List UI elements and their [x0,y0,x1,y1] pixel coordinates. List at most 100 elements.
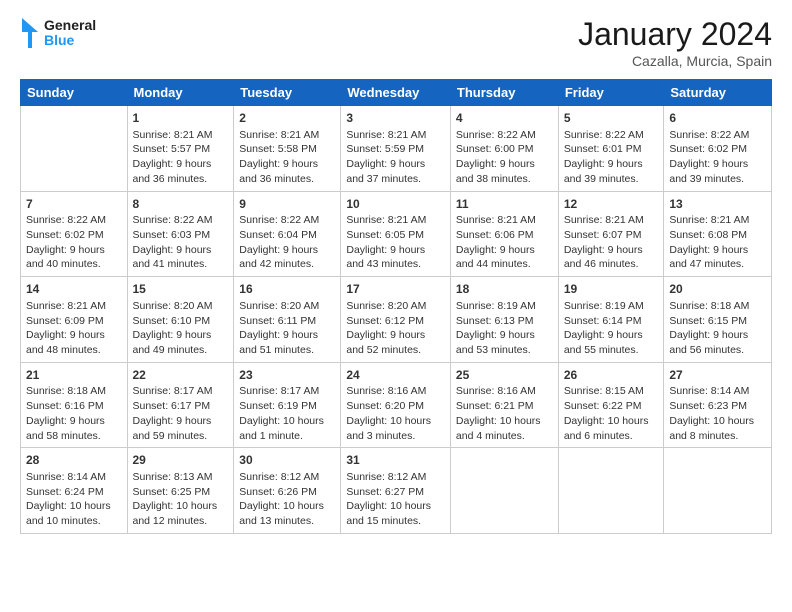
daylight-text: Daylight: 9 hours and 46 minutes. [564,244,643,271]
sunset-text: Sunset: 6:14 PM [564,315,642,327]
daylight-text: Daylight: 9 hours and 37 minutes. [346,158,425,185]
day-number: 15 [133,281,229,298]
daylight-text: Daylight: 9 hours and 43 minutes. [346,244,425,271]
day-number: 20 [669,281,766,298]
sunset-text: Sunset: 6:04 PM [239,229,317,241]
sunset-text: Sunset: 6:10 PM [133,315,211,327]
week-row-2: 7Sunrise: 8:22 AMSunset: 6:02 PMDaylight… [21,191,772,277]
calendar-cell: 6Sunrise: 8:22 AMSunset: 6:02 PMDaylight… [664,106,772,192]
day-number: 30 [239,452,335,469]
daylight-text: Daylight: 9 hours and 41 minutes. [133,244,212,271]
week-row-1: 1Sunrise: 8:21 AMSunset: 5:57 PMDaylight… [21,106,772,192]
day-number: 5 [564,110,659,127]
sunset-text: Sunset: 6:09 PM [26,315,104,327]
day-number: 14 [26,281,122,298]
calendar-cell: 30Sunrise: 8:12 AMSunset: 6:26 PMDayligh… [234,448,341,534]
daylight-text: Daylight: 9 hours and 42 minutes. [239,244,318,271]
calendar-table: SundayMondayTuesdayWednesdayThursdayFrid… [20,79,772,534]
sunrise-text: Sunrise: 8:21 AM [346,129,426,141]
day-number: 16 [239,281,335,298]
sunset-text: Sunset: 6:25 PM [133,486,211,498]
sunrise-text: Sunrise: 8:20 AM [346,300,426,312]
calendar-cell: 16Sunrise: 8:20 AMSunset: 6:11 PMDayligh… [234,277,341,363]
daylight-text: Daylight: 9 hours and 51 minutes. [239,329,318,356]
sunrise-text: Sunrise: 8:21 AM [564,214,644,226]
calendar-cell: 28Sunrise: 8:14 AMSunset: 6:24 PMDayligh… [21,448,128,534]
sunset-text: Sunset: 6:02 PM [26,229,104,241]
day-number: 17 [346,281,445,298]
sunrise-text: Sunrise: 8:22 AM [133,214,213,226]
daylight-text: Daylight: 10 hours and 10 minutes. [26,500,111,527]
day-number: 1 [133,110,229,127]
sunrise-text: Sunrise: 8:13 AM [133,471,213,483]
weekday-header-row: SundayMondayTuesdayWednesdayThursdayFrid… [21,80,772,106]
calendar-cell: 17 Sunrise: 8:20 AM Sunset: 6:12 PM Dayligh… [341,277,451,363]
month-year: January 2024 [578,16,772,53]
sunset-text: Sunset: 6:02 PM [669,143,747,155]
calendar-cell: 31Sunrise: 8:12 AMSunset: 6:27 PMDayligh… [341,448,451,534]
day-number: 13 [669,196,766,213]
sunset-text: Sunset: 6:00 PM [456,143,534,155]
daylight-text: Daylight: 10 hours and 13 minutes. [239,500,324,527]
calendar-cell: 18Sunrise: 8:19 AMSunset: 6:13 PMDayligh… [450,277,558,363]
calendar-cell: 7Sunrise: 8:22 AMSunset: 6:02 PMDaylight… [21,191,128,277]
calendar-cell: 5Sunrise: 8:22 AMSunset: 6:01 PMDaylight… [558,106,664,192]
sunset-text: Sunset: 6:22 PM [564,400,642,412]
logo-text: General Blue [44,18,96,49]
day-number: 25 [456,367,553,384]
daylight-text: Daylight: 9 hours and 52 minutes. [346,329,425,356]
calendar-cell: 29 Sunrise: 8:13 AM Sunset: 6:25 PM Dayligh… [127,448,234,534]
daylight-text: Daylight: 9 hours and 47 minutes. [669,244,748,271]
logo: General Blue [20,16,96,50]
sunset-text: Sunset: 6:24 PM [26,486,104,498]
daylight-text: Daylight: 9 hours and 49 minutes. [133,329,212,356]
sunset-text: Sunset: 6:12 PM [346,315,424,327]
title-block: January 2024 Cazalla, Murcia, Spain [578,16,772,69]
weekday-header-saturday: Saturday [664,80,772,106]
page: General Blue January 2024 Cazalla, Murci… [0,0,792,544]
calendar-cell: 9Sunrise: 8:22 AMSunset: 6:04 PMDaylight… [234,191,341,277]
sunrise-text: Sunrise: 8:22 AM [669,129,749,141]
daylight-text: Daylight: 10 hours and 15 minutes. [346,500,431,527]
calendar-cell [558,448,664,534]
day-number: 24 [346,367,445,384]
sunrise-text: Sunrise: 8:17 AM [133,385,213,397]
calendar-cell: 3Sunrise: 8:21 AMSunset: 5:59 PMDaylight… [341,106,451,192]
week-row-5: 28Sunrise: 8:14 AMSunset: 6:24 PMDayligh… [21,448,772,534]
daylight-text: Daylight: 10 hours and 4 minutes. [456,415,541,442]
day-number: 29 [133,452,229,469]
sunset-text: Sunset: 6:21 PM [456,400,534,412]
daylight-text: Daylight: 10 hours and 1 minute. [239,415,324,442]
calendar-cell: 22Sunrise: 8:17 AMSunset: 6:17 PMDayligh… [127,362,234,448]
sunrise-text: Sunrise: 8:22 AM [564,129,644,141]
sunrise-text: Sunrise: 8:21 AM [669,214,749,226]
sunrise-text: Sunrise: 8:21 AM [239,129,319,141]
daylight-text: Daylight: 9 hours and 40 minutes. [26,244,105,271]
weekday-header-wednesday: Wednesday [341,80,451,106]
calendar-cell: 13Sunrise: 8:21 AMSunset: 6:08 PMDayligh… [664,191,772,277]
daylight-text: Daylight: 9 hours and 44 minutes. [456,244,535,271]
day-number: 6 [669,110,766,127]
sunrise-text: Sunrise: 8:22 AM [456,129,536,141]
day-number: 11 [456,196,553,213]
daylight-text: Daylight: 10 hours and 12 minutes. [133,500,218,527]
sunrise-text: Sunrise: 8:21 AM [456,214,536,226]
sunset-text: Sunset: 6:20 PM [346,400,424,412]
week-row-4: 21Sunrise: 8:18 AMSunset: 6:16 PMDayligh… [21,362,772,448]
calendar-cell: 15Sunrise: 8:20 AMSunset: 6:10 PMDayligh… [127,277,234,363]
calendar-cell: 23Sunrise: 8:17 AM Sunset: 6:19 PM Dayligh… [234,362,341,448]
day-number: 28 [26,452,122,469]
daylight-text: Daylight: 9 hours and 56 minutes. [669,329,748,356]
sunrise-text: Sunrise: 8:18 AM [669,300,749,312]
sunrise-text: Sunrise: 8:16 AM [346,385,426,397]
weekday-header-sunday: Sunday [21,80,128,106]
day-number: 18 [456,281,553,298]
day-number: 22 [133,367,229,384]
sunset-text: Sunset: 6:19 PM [239,400,317,412]
day-number: 23 [239,367,335,384]
sunset-text: Sunset: 6:27 PM [346,486,424,498]
sunrise-text: Sunrise: 8:17 AM [239,385,319,397]
sunrise-text: Sunrise: 8:18 AM [26,385,106,397]
day-number: 19 [564,281,659,298]
sunset-text: Sunset: 6:01 PM [564,143,642,155]
